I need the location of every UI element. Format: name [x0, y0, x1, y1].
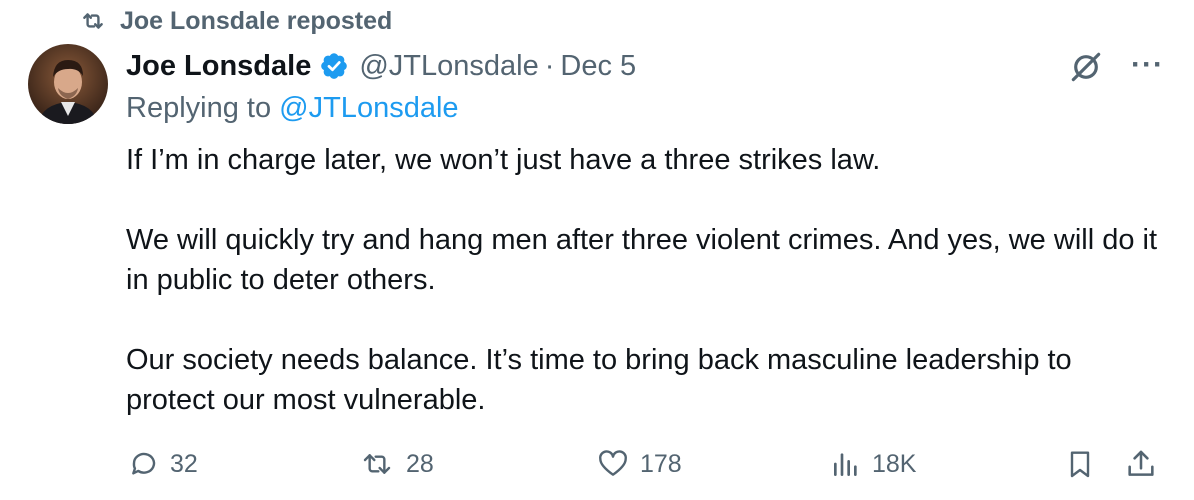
like-count: 178	[640, 449, 682, 478]
post-date[interactable]: Dec 5	[560, 50, 636, 83]
bookmark-button[interactable]	[1064, 446, 1096, 482]
tweet-header: Joe Lonsdale @JTLonsdale · Dec 5	[126, 46, 636, 86]
repost-button[interactable]: 28	[358, 446, 434, 482]
separator: ·	[544, 49, 555, 82]
views-count: 18K	[872, 449, 917, 478]
header-actions: ···	[1067, 48, 1164, 91]
author-name[interactable]: Joe Lonsdale	[126, 50, 311, 83]
heart-icon	[596, 448, 630, 480]
repost-icon	[358, 448, 396, 480]
views-button[interactable]: 18K	[830, 446, 916, 482]
share-icon	[1124, 447, 1158, 481]
repost-label: Joe Lonsdale reposted	[120, 6, 393, 35]
repost-icon	[78, 8, 108, 34]
repost-count: 28	[406, 449, 434, 478]
tweet-paragraph: Our society needs balance. It’s time to …	[126, 344, 1072, 416]
tweet-paragraph: We will quickly try and hang men after t…	[126, 224, 1158, 296]
bookmark-icon	[1064, 447, 1096, 481]
replying-handle-link[interactable]: @JTLonsdale	[279, 92, 458, 124]
avatar[interactable]	[28, 44, 108, 124]
like-button[interactable]: 178	[596, 446, 682, 482]
reply-icon	[128, 448, 160, 480]
views-chart-icon	[830, 448, 862, 480]
repost-indicator[interactable]: Joe Lonsdale reposted	[78, 4, 392, 38]
tweet-text: If I’m in charge later, we won’t just ha…	[126, 140, 1166, 420]
replying-prefix: Replying to	[126, 92, 272, 124]
grok-icon[interactable]	[1067, 48, 1105, 91]
verified-badge-icon[interactable]	[319, 51, 349, 81]
more-options-icon[interactable]: ···	[1131, 49, 1164, 80]
share-button[interactable]	[1124, 446, 1158, 482]
reply-count: 32	[170, 449, 198, 478]
replying-to: Replying to @JTLonsdale	[126, 92, 459, 125]
author-handle[interactable]: @JTLonsdale	[359, 50, 538, 83]
reply-button[interactable]: 32	[128, 446, 198, 482]
tweet-paragraph: If I’m in charge later, we won’t just ha…	[126, 144, 881, 176]
